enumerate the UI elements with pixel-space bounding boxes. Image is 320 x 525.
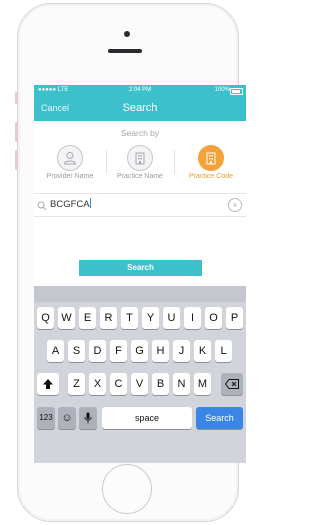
key-q[interactable]: Q bbox=[37, 307, 54, 329]
key-v[interactable]: V bbox=[131, 373, 148, 395]
key-y[interactable]: Y bbox=[142, 307, 159, 329]
option-practice-name[interactable]: Practice Name bbox=[107, 142, 173, 190]
key-k[interactable]: K bbox=[194, 340, 211, 362]
option-label: Practice Code bbox=[189, 173, 233, 180]
divider bbox=[174, 150, 175, 174]
key-c[interactable]: C bbox=[110, 373, 127, 395]
keyboard-suggestion-bar bbox=[34, 286, 246, 302]
key-b[interactable]: B bbox=[152, 373, 169, 395]
key-m[interactable]: M bbox=[194, 373, 211, 395]
option-practice-code[interactable]: Practice Code bbox=[178, 142, 244, 190]
key-l[interactable]: L bbox=[215, 340, 232, 362]
key-i[interactable]: I bbox=[184, 307, 201, 329]
shift-icon bbox=[43, 379, 53, 389]
key-j[interactable]: J bbox=[173, 340, 190, 362]
person-icon bbox=[57, 145, 83, 171]
volume-up-button bbox=[15, 122, 18, 142]
key-h[interactable]: H bbox=[152, 340, 169, 362]
home-button[interactable] bbox=[102, 464, 152, 514]
silent-switch bbox=[15, 92, 18, 104]
app-screen: ●●●●● LTE 2:04 PM 100% Search Cancel Sea… bbox=[34, 85, 246, 463]
emoji-key[interactable]: ☺ bbox=[58, 407, 76, 429]
key-f[interactable]: F bbox=[110, 340, 127, 362]
keyboard: Q W E R T Y U I O P A S D F G H J K L Z … bbox=[34, 286, 246, 463]
battery-icon bbox=[230, 88, 243, 95]
key-e[interactable]: E bbox=[79, 307, 96, 329]
cancel-button[interactable]: Cancel bbox=[41, 103, 69, 113]
search-by-heading: Search by bbox=[120, 128, 160, 138]
search-input-value: BCGFCA bbox=[50, 198, 91, 210]
search-input[interactable]: BCGFCA × bbox=[34, 193, 246, 217]
emoji-icon: ☺ bbox=[61, 412, 73, 424]
option-label: Practice Name bbox=[117, 173, 163, 180]
option-label: Provider Name bbox=[46, 173, 94, 180]
key-n[interactable]: N bbox=[173, 373, 190, 395]
space-key[interactable]: space bbox=[102, 407, 192, 429]
search-type-options: Provider Name Practice Name Practice Cod… bbox=[34, 142, 246, 190]
keyboard-search-key[interactable]: Search bbox=[196, 407, 243, 429]
key-r[interactable]: R bbox=[100, 307, 117, 329]
clear-icon[interactable]: × bbox=[228, 198, 242, 212]
key-u[interactable]: U bbox=[163, 307, 180, 329]
search-button[interactable]: Search bbox=[79, 260, 202, 276]
shift-key[interactable] bbox=[37, 373, 59, 395]
earpiece-speaker bbox=[108, 49, 142, 53]
key-x[interactable]: X bbox=[89, 373, 106, 395]
key-z[interactable]: Z bbox=[68, 373, 85, 395]
nav-header: ●●●●● LTE 2:04 PM 100% Search Cancel bbox=[34, 85, 246, 121]
key-d[interactable]: D bbox=[89, 340, 106, 362]
backspace-icon bbox=[224, 379, 239, 389]
key-w[interactable]: W bbox=[58, 307, 75, 329]
key-s[interactable]: S bbox=[68, 340, 85, 362]
search-icon bbox=[37, 198, 47, 216]
key-a[interactable]: A bbox=[47, 340, 64, 362]
volume-down-button bbox=[15, 150, 18, 170]
key-p[interactable]: P bbox=[226, 307, 243, 329]
backspace-key[interactable] bbox=[221, 373, 243, 395]
building-icon bbox=[127, 145, 153, 171]
option-provider-name[interactable]: Provider Name bbox=[37, 142, 103, 190]
microphone-icon bbox=[84, 412, 92, 424]
key-g[interactable]: G bbox=[131, 340, 148, 362]
microphone-key[interactable] bbox=[79, 407, 97, 429]
building-icon bbox=[198, 145, 224, 171]
numbers-key[interactable]: 123 bbox=[37, 407, 55, 429]
battery-percent: 100% bbox=[214, 87, 230, 93]
key-o[interactable]: O bbox=[205, 307, 222, 329]
front-camera bbox=[124, 31, 130, 37]
key-t[interactable]: T bbox=[121, 307, 138, 329]
text-cursor bbox=[89, 198, 91, 208]
